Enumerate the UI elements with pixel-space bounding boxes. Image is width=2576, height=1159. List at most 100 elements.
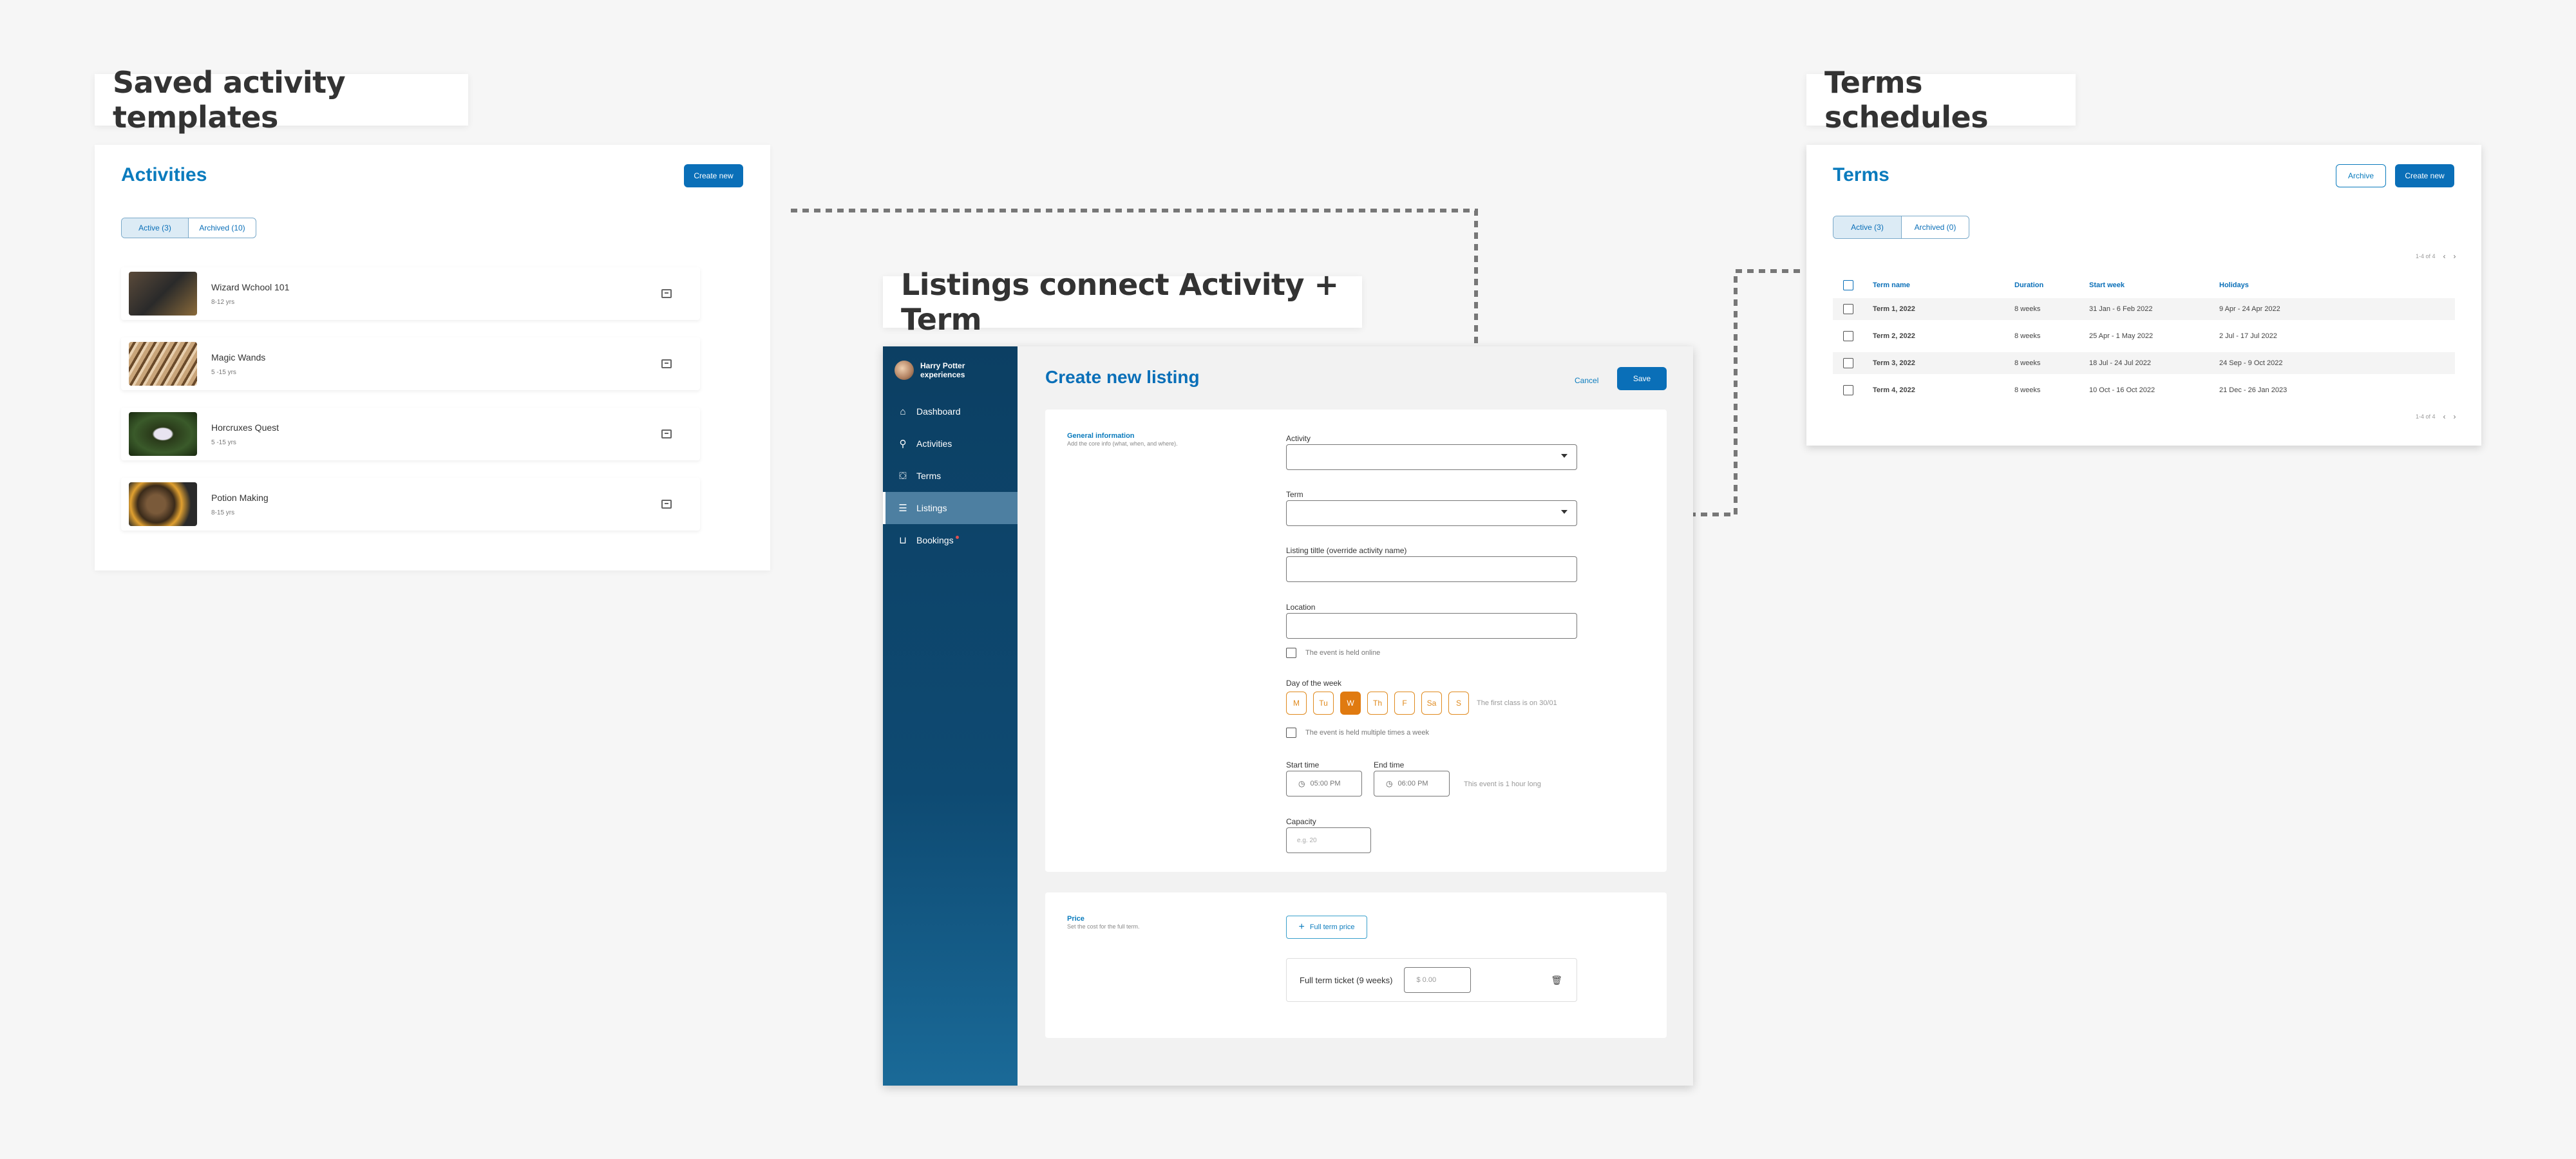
duration-hint: This event is 1 hour long — [1464, 780, 1541, 788]
row-checkbox[interactable] — [1843, 358, 1853, 368]
clock-icon: ◷ — [1298, 779, 1305, 788]
listing-title-input[interactable] — [1286, 556, 1577, 582]
list-item[interactable]: Potion Making 8-15 yrs — [121, 478, 700, 531]
table-row[interactable]: Term 1, 2022 8 weeks 31 Jan - 6 Feb 2022… — [1833, 298, 2455, 320]
start-time-input[interactable]: ◷ 05:00 PM — [1286, 771, 1362, 796]
basket-icon: ⊔ — [899, 535, 907, 546]
activity-age: 5 -15 yrs — [211, 438, 236, 446]
add-full-term-price-label: Full term price — [1309, 923, 1355, 931]
day-tuesday[interactable]: Tu — [1313, 692, 1334, 715]
activities-title: Activities — [121, 164, 207, 185]
sidebar-item-listings[interactable]: ☰ Listings — [883, 492, 1018, 524]
ticket-price-placeholder: $ 0.00 — [1416, 976, 1437, 984]
chevron-right-icon[interactable]: › — [2454, 252, 2456, 261]
archive-icon[interactable] — [661, 359, 672, 368]
term-select[interactable] — [1286, 500, 1577, 526]
sidebar-item-label: Dashboard — [916, 406, 961, 417]
day-sunday[interactable]: S — [1448, 692, 1469, 715]
list-item[interactable]: Magic Wands 5 -15 yrs — [121, 337, 700, 390]
list-icon: ☰ — [898, 503, 907, 514]
activity-name: Wizard Wchool 101 — [211, 281, 290, 292]
table-row[interactable]: Term 4, 2022 8 weeks 10 Oct - 16 Oct 202… — [1833, 379, 2455, 401]
multiple-checkbox-row[interactable]: The event is held multiple times a week — [1286, 728, 1429, 738]
chevron-left-icon[interactable]: ‹ — [2443, 412, 2446, 421]
chevron-down-icon — [1561, 454, 1567, 458]
archive-icon[interactable] — [661, 289, 672, 298]
term-duration: 8 weeks — [2014, 332, 2041, 340]
day-saturday[interactable]: Sa — [1421, 692, 1442, 715]
tab-archived[interactable]: Archived (0) — [1902, 216, 1969, 238]
sidebar-item-terms[interactable]: ⛋ Terms — [883, 460, 1018, 492]
online-checkbox[interactable] — [1286, 648, 1296, 658]
ticket-label: Full term ticket (9 weeks) — [1300, 975, 1393, 985]
sidebar-item-activities[interactable]: ⚲ Activities — [883, 428, 1018, 460]
sidebar: Harry Potter experiences ⌂ Dashboard ⚲ A… — [883, 346, 1018, 1086]
col-term-name: Term name — [1873, 281, 1910, 289]
row-checkbox[interactable] — [1843, 304, 1853, 314]
sidebar-item-bookings[interactable]: ⊔ Bookings — [883, 524, 1018, 556]
table-row[interactable]: Term 3, 2022 8 weeks 18 Jul - 24 Jul 202… — [1833, 352, 2455, 374]
sidebar-item-label: Listings — [916, 503, 947, 513]
price-title: Price — [1067, 915, 1084, 923]
list-item[interactable]: Wizard Wchool 101 8-12 yrs — [121, 267, 700, 320]
tab-active[interactable]: Active (3) — [122, 218, 189, 238]
activity-thumbnail — [129, 412, 197, 456]
cancel-button[interactable]: Cancel — [1575, 376, 1598, 385]
day-friday[interactable]: F — [1394, 692, 1415, 715]
term-name: Term 2, 2022 — [1873, 332, 1915, 340]
activity-thumbnail — [129, 272, 197, 316]
org-header[interactable]: Harry Potter experiences — [895, 361, 978, 380]
end-time-input[interactable]: ◷ 06:00 PM — [1374, 771, 1450, 796]
trash-icon[interactable]: 🗑 — [1551, 975, 1562, 986]
general-info-desc: Add the core info (what, when, and where… — [1067, 440, 1178, 447]
terms-archive-button[interactable]: Archive — [2336, 164, 2386, 187]
col-duration: Duration — [2014, 281, 2044, 289]
activity-name: Magic Wands — [211, 352, 266, 363]
archive-icon[interactable] — [661, 429, 672, 438]
save-button[interactable]: Save — [1617, 367, 1667, 390]
notification-dot — [955, 535, 959, 539]
pagination-top: 1-4 of 4 ‹ › — [2416, 252, 2456, 261]
chevron-left-icon[interactable]: ‹ — [2443, 252, 2446, 261]
ticket-price-input[interactable]: $ 0.00 — [1404, 967, 1472, 993]
term-holidays: 9 Apr - 24 Apr 2022 — [2219, 305, 2280, 313]
sidebar-item-label: Activities — [916, 438, 952, 449]
graduation-cap-icon: ⛋ — [899, 470, 907, 482]
sidebar-item-dashboard[interactable]: ⌂ Dashboard — [883, 395, 1018, 428]
end-time-label: End time — [1374, 760, 1405, 769]
day-monday[interactable]: M — [1286, 692, 1307, 715]
capacity-input[interactable]: e.g. 20 — [1286, 827, 1371, 853]
terms-create-button[interactable]: Create new — [2395, 164, 2454, 187]
multiple-label: The event is held multiple times a week — [1305, 729, 1429, 737]
price-desc: Set the cost for the full term. — [1067, 923, 1140, 930]
chevron-right-icon[interactable]: › — [2454, 412, 2456, 421]
activity-select[interactable] — [1286, 444, 1577, 470]
tab-archived[interactable]: Archived (10) — [189, 218, 256, 238]
clock-icon: ◷ — [1386, 779, 1393, 788]
day-thursday[interactable]: Th — [1367, 692, 1388, 715]
add-full-term-price-button[interactable]: + Full term price — [1286, 916, 1367, 939]
select-all-checkbox[interactable] — [1843, 280, 1853, 290]
row-checkbox[interactable] — [1843, 331, 1853, 341]
day-wednesday[interactable]: W — [1340, 692, 1361, 715]
term-holidays: 2 Jul - 17 Jul 2022 — [2219, 332, 2277, 340]
app-window: Harry Potter experiences ⌂ Dashboard ⚲ A… — [883, 346, 1693, 1086]
row-checkbox[interactable] — [1843, 385, 1853, 395]
term-holidays: 24 Sep - 9 Oct 2022 — [2219, 359, 2283, 367]
term-name: Term 4, 2022 — [1873, 386, 1915, 394]
activity-age: 8-15 yrs — [211, 509, 235, 516]
activities-create-button[interactable]: Create new — [684, 164, 743, 187]
table-row[interactable]: Term 2, 2022 8 weeks 25 Apr - 1 May 2022… — [1833, 325, 2455, 347]
archive-icon[interactable] — [661, 500, 672, 509]
end-time-value: 06:00 PM — [1397, 780, 1428, 787]
term-label: Term — [1286, 490, 1303, 499]
list-item[interactable]: Horcruxes Quest 5 -15 yrs — [121, 408, 700, 460]
tab-active[interactable]: Active (3) — [1833, 216, 1902, 238]
multiple-checkbox[interactable] — [1286, 728, 1296, 738]
activity-age: 8-12 yrs — [211, 298, 235, 306]
activities-tabs: Active (3) Archived (10) — [121, 218, 256, 238]
location-input[interactable] — [1286, 613, 1577, 639]
price-card: Price Set the cost for the full term. + … — [1045, 892, 1667, 1038]
term-duration: 8 weeks — [2014, 386, 2041, 394]
online-checkbox-row[interactable]: The event is held online — [1286, 648, 1380, 658]
